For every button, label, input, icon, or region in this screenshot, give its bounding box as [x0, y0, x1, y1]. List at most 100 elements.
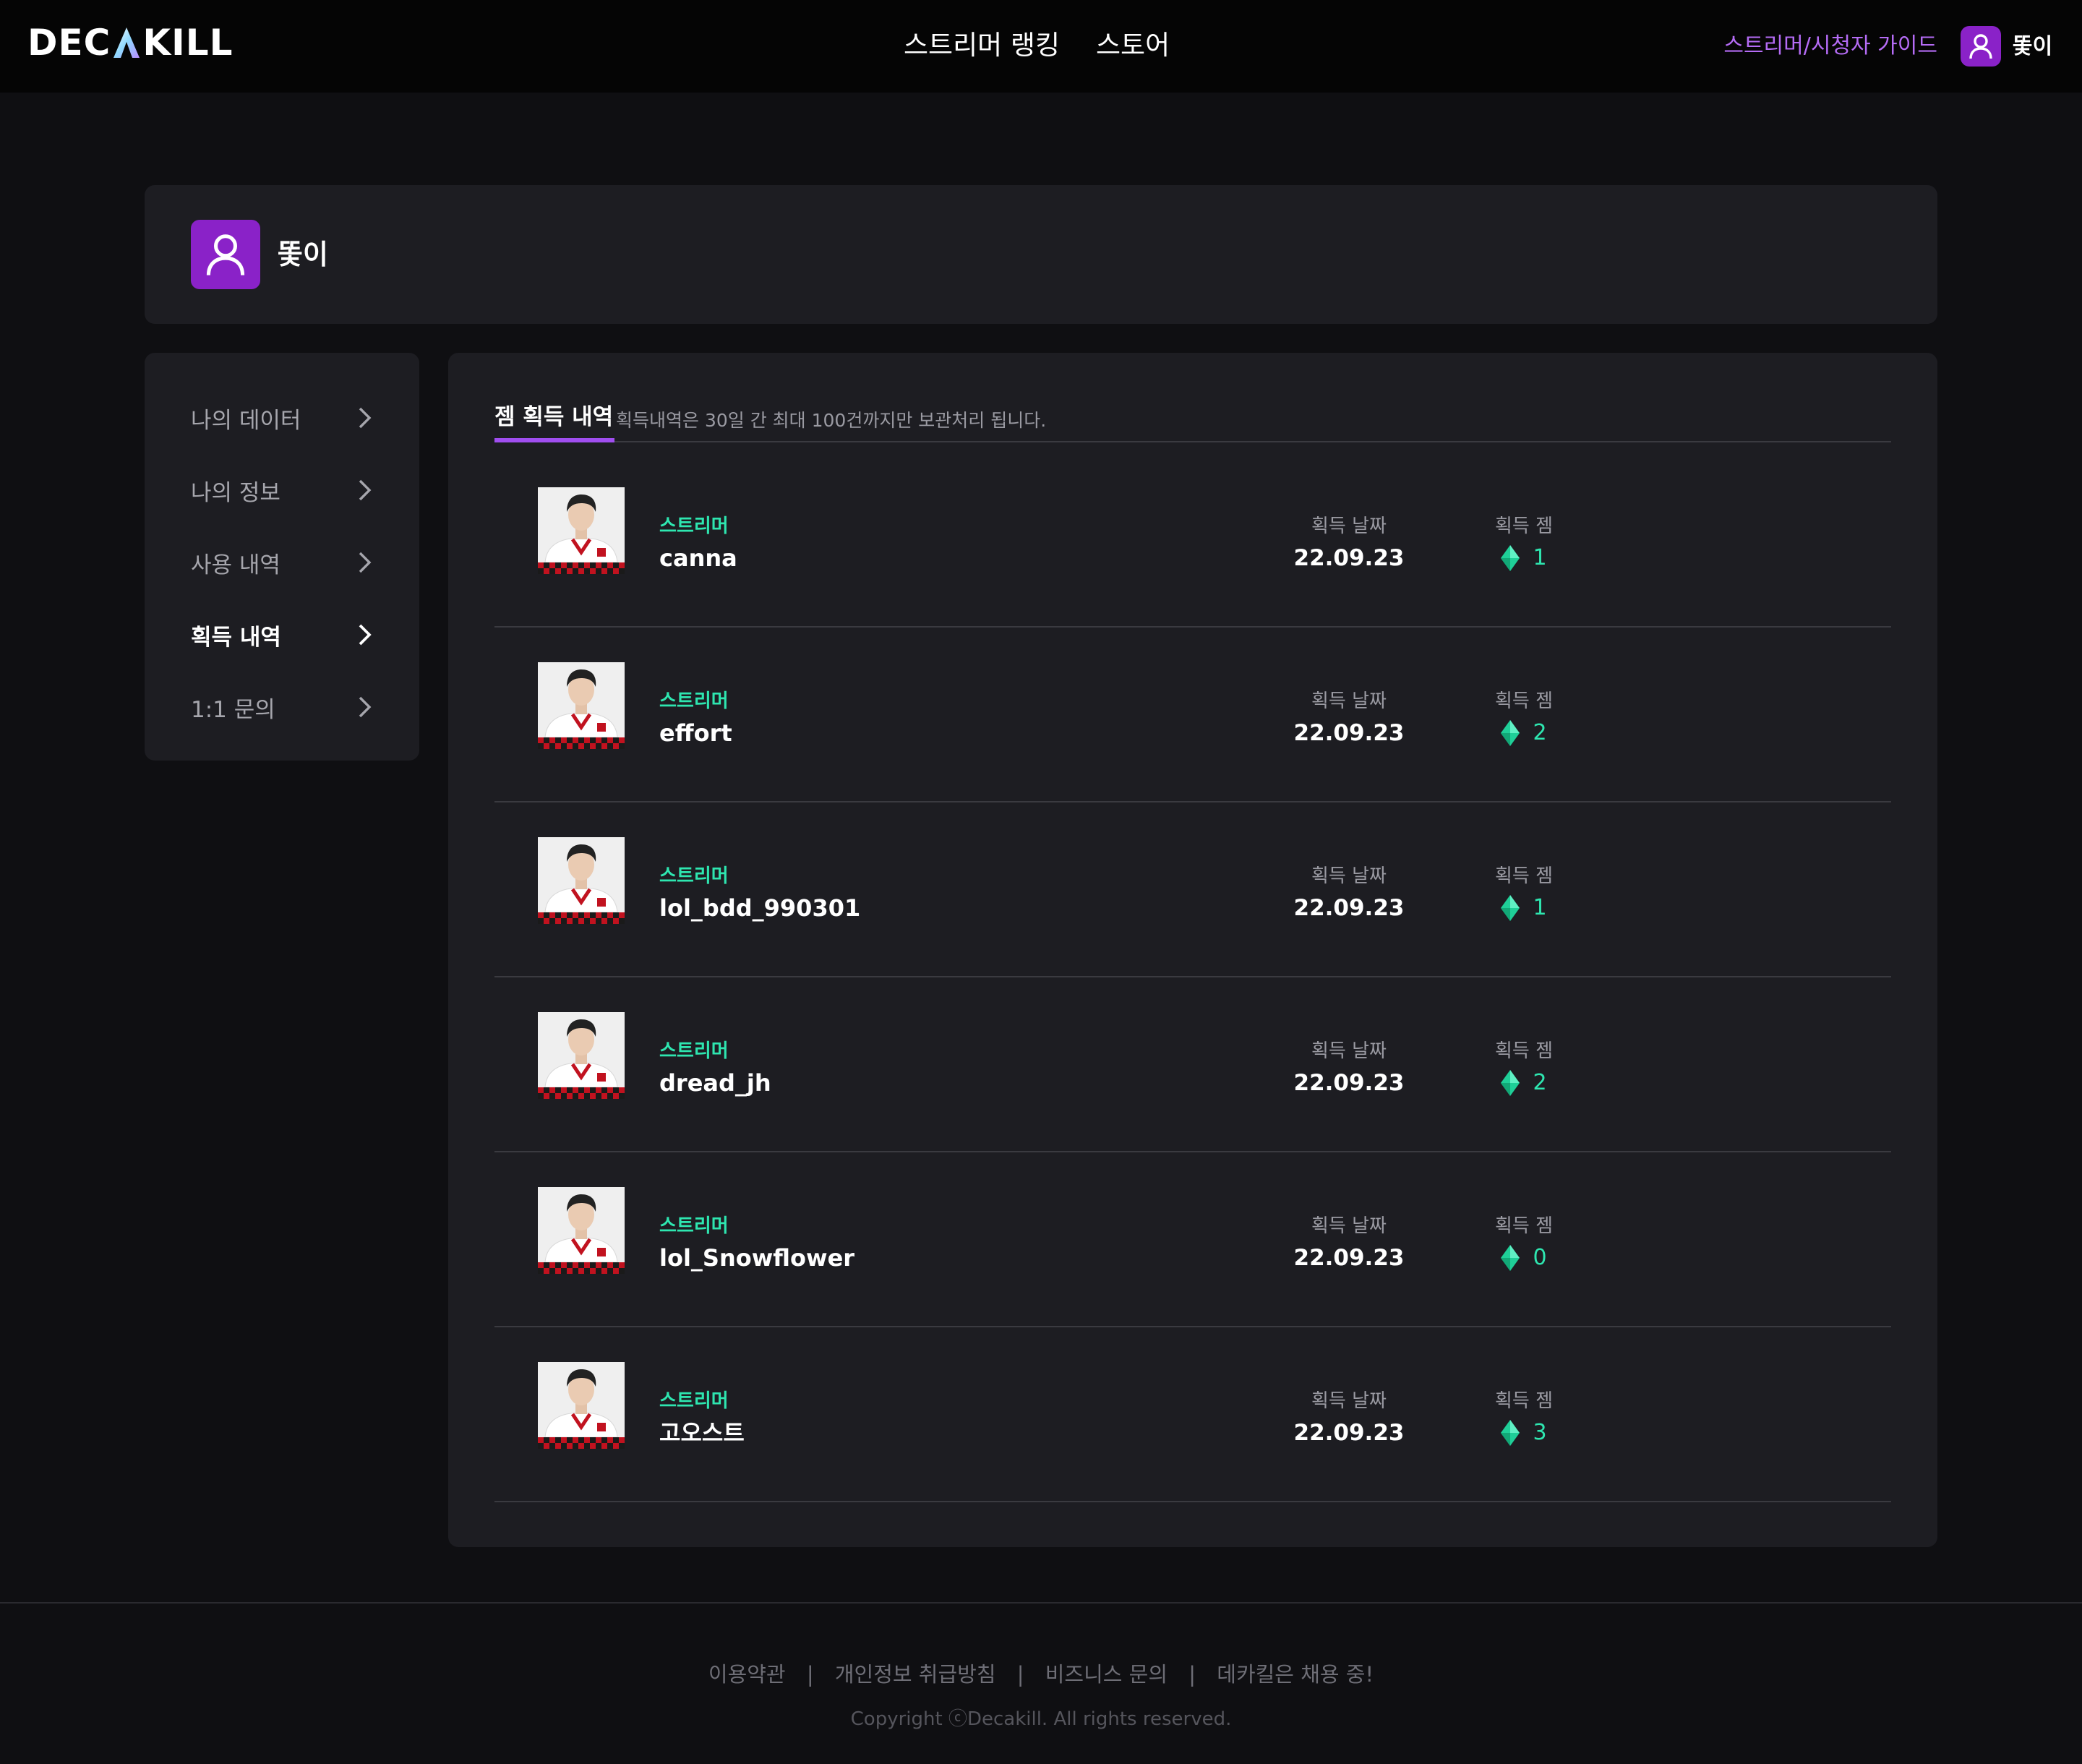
sidebar-item-label: 1:1 문의	[191, 696, 275, 723]
tab-gem-acquisition[interactable]: 젬 획득 내역	[494, 399, 615, 442]
streamer-name[interactable]: canna	[659, 542, 737, 574]
nav-streamer-ranking[interactable]: 스트리머 랭킹	[904, 25, 1060, 67]
date-label: 획득 날짜	[1311, 1040, 1387, 1062]
portrait-image	[538, 1362, 625, 1438]
gem-icon	[1501, 1070, 1520, 1096]
header-username[interactable]: 똧이	[2013, 29, 2052, 65]
mypage-sidebar: 나의 데이터 나의 정보 사용 내역 획득 내역 1:1 문의	[145, 353, 419, 761]
header-avatar[interactable]	[1961, 26, 2001, 67]
photo-frame-checker	[538, 1437, 625, 1449]
sidebar-item-my-data[interactable]: 나의 데이터	[145, 382, 419, 454]
date-label: 획득 날짜	[1311, 1215, 1387, 1237]
chevron-right-icon	[359, 552, 372, 573]
streamer-tag: 스트리머	[659, 690, 729, 712]
footer-link-terms[interactable]: 이용약관	[708, 1662, 786, 1687]
gem-icon	[1501, 1245, 1520, 1271]
sidebar-item-acquisition-history[interactable]: 획득 내역	[145, 599, 419, 671]
gem-count: 2	[1533, 1070, 1547, 1095]
main-nav: 스트리머 랭킹 스토어	[904, 25, 1170, 67]
guide-link[interactable]: 스트리머/시청자 가이드	[1723, 27, 1937, 65]
streamer-name[interactable]: lol_Snowflower	[659, 1242, 854, 1274]
acquired-date: 22.09.23	[1293, 895, 1405, 921]
sidebar-item-my-info[interactable]: 나의 정보	[145, 454, 419, 526]
streamer-tag: 스트리머	[659, 865, 729, 887]
sidebar-item-label: 사용 내역	[191, 552, 280, 578]
footer-link-careers[interactable]: 데카킬은 채용 중!	[1217, 1662, 1374, 1687]
acquired-gems: 1	[1452, 542, 1596, 574]
streamer-name[interactable]: effort	[659, 717, 732, 749]
history-row: 스트리머 dread_jh 획득 날짜 22.09.23 획득 젬 2	[494, 977, 1891, 1152]
acquired-gems: 1	[1452, 892, 1596, 924]
gem-icon	[1501, 545, 1520, 571]
acquired-gems: 3	[1452, 1417, 1596, 1449]
streamer-photo[interactable]	[538, 662, 625, 749]
history-row: 스트리머 canna 획득 날짜 22.09.23 획득 젬 1	[494, 453, 1891, 628]
date-label: 획득 날짜	[1311, 690, 1387, 712]
chevron-right-icon	[359, 407, 372, 429]
streamer-photo[interactable]	[538, 837, 625, 924]
logo-text-right: KILL	[142, 22, 234, 64]
date-label: 획득 날짜	[1311, 865, 1387, 887]
sidebar-item-inquiry[interactable]: 1:1 문의	[145, 671, 419, 743]
chevron-right-icon	[359, 696, 372, 718]
date-label: 획득 날짜	[1311, 515, 1387, 537]
copyright-text: Copyright ⓒDecakill. All rights reserved…	[850, 1708, 1232, 1730]
gem-icon	[1501, 895, 1520, 921]
footer-link-privacy[interactable]: 개인정보 취급방침	[835, 1662, 996, 1687]
profile-username: 똧이	[278, 239, 328, 270]
gem-label: 획득 젬	[1494, 1040, 1554, 1062]
streamer-name[interactable]: dread_jh	[659, 1067, 771, 1099]
acquired-date: 22.09.23	[1293, 1245, 1405, 1271]
streamer-tag: 스트리머	[659, 1390, 729, 1412]
nav-store[interactable]: 스토어	[1096, 25, 1170, 67]
gem-history-panel: 젬 획득 내역 획득내역은 30일 간 최대 100건까지만 보관처리 됩니다.…	[448, 353, 1937, 1547]
gem-label: 획득 젬	[1494, 1390, 1554, 1412]
footer-separator: |	[1188, 1662, 1196, 1687]
streamer-photo[interactable]	[538, 487, 625, 574]
streamer-name[interactable]: lol_bdd_990301	[659, 892, 860, 924]
user-icon	[206, 234, 245, 275]
gem-count: 1	[1533, 545, 1547, 570]
acquired-date: 22.09.23	[1293, 720, 1405, 746]
history-row: 스트리머 lol_Snowflower 획득 날짜 22.09.23 획득 젬 …	[494, 1152, 1891, 1327]
history-list: 스트리머 canna 획득 날짜 22.09.23 획득 젬 1 스트리머 ef…	[494, 453, 1891, 1502]
streamer-photo[interactable]	[538, 1187, 625, 1274]
streamer-name[interactable]: 고오스트	[659, 1417, 745, 1449]
streamer-tag: 스트리머	[659, 515, 729, 537]
logo-a-mark-icon	[113, 27, 140, 58]
site-footer: 이용약관 | 개인정보 취급방침 | 비즈니스 문의 | 데카킬은 채용 중! …	[0, 1602, 2082, 1764]
acquired-gems: 2	[1452, 717, 1596, 749]
decakill-logo[interactable]: DEC KILL	[27, 25, 233, 61]
acquired-gems: 2	[1452, 1067, 1596, 1099]
chevron-right-icon	[359, 479, 372, 501]
streamer-tag: 스트리머	[659, 1040, 729, 1062]
date-label: 획득 날짜	[1311, 1390, 1387, 1412]
streamer-tag: 스트리머	[659, 1215, 729, 1237]
streamer-photo[interactable]	[538, 1012, 625, 1099]
portrait-image	[538, 1012, 625, 1088]
footer-separator: |	[806, 1662, 814, 1687]
portrait-image	[538, 662, 625, 738]
acquired-date: 22.09.23	[1293, 1070, 1405, 1096]
gem-label: 획득 젬	[1494, 865, 1554, 887]
acquired-date: 22.09.23	[1293, 545, 1405, 571]
gem-count: 1	[1533, 895, 1547, 920]
portrait-image	[538, 1187, 625, 1263]
retention-notice: 획득내역은 30일 간 최대 100건까지만 보관처리 됩니다.	[616, 410, 1047, 431]
portrait-image	[538, 487, 625, 563]
sidebar-item-usage-history[interactable]: 사용 내역	[145, 526, 419, 599]
logo-text-left: DEC	[27, 22, 111, 64]
top-header: DEC KILL 스트리머 랭킹 스토어 스트리머/시청자 가이드 똧이	[0, 0, 2082, 93]
footer-links: 이용약관 | 개인정보 취급방침 | 비즈니스 문의 | 데카킬은 채용 중!	[0, 1658, 2082, 1690]
streamer-photo[interactable]	[538, 1362, 625, 1449]
chevron-right-icon	[359, 624, 372, 646]
user-icon	[1969, 34, 1992, 59]
photo-frame-checker	[538, 737, 625, 749]
gem-icon	[1501, 720, 1520, 746]
footer-link-business[interactable]: 비즈니스 문의	[1045, 1662, 1168, 1687]
acquired-date: 22.09.23	[1293, 1420, 1405, 1446]
history-tabs: 젬 획득 내역 획득내역은 30일 간 최대 100건까지만 보관처리 됩니다.	[494, 399, 1891, 442]
photo-frame-checker	[538, 1262, 625, 1274]
sidebar-item-label: 나의 데이터	[191, 407, 301, 434]
profile-avatar	[191, 220, 260, 289]
